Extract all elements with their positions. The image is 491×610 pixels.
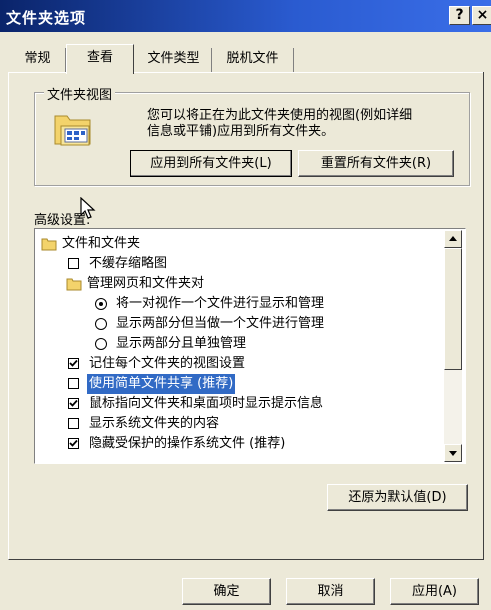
checkbox-checked[interactable] [68, 358, 79, 369]
tree-label: 管理网页和文件夹对 [87, 276, 205, 291]
vertical-scrollbar[interactable] [444, 230, 462, 462]
tree-label: 鼠标指向文件夹和桌面项时显示提示信息 [89, 396, 324, 411]
scroll-down-button[interactable] [444, 444, 462, 462]
restore-defaults-button[interactable]: 还原为默认值(D) [327, 484, 468, 511]
tree-label: 将一对视作一个文件进行显示和管理 [116, 296, 325, 311]
tab-strip: 常规 查看 文件类型 脱机文件 [0, 44, 491, 74]
title-bar[interactable]: 文件夹选项 ? × [0, 0, 491, 32]
help-button[interactable]: ? [449, 6, 470, 25]
window-title: 文件夹选项 [6, 9, 87, 27]
tree-label: 不缓存缩略图 [89, 256, 168, 271]
reset-all-folders-button[interactable]: 重置所有文件夹(R) [298, 150, 454, 177]
tree-label: 隐藏受保护的操作系统文件 (推荐) [89, 436, 286, 451]
tab-offline-files[interactable]: 脱机文件 [212, 48, 294, 72]
tab-view[interactable]: 查看 [66, 44, 134, 74]
folder-icon [66, 278, 82, 291]
arrow-up-icon [449, 236, 457, 241]
folder-views-legend: 文件夹视图 [44, 84, 116, 103]
close-button[interactable]: × [472, 6, 491, 25]
folder-view-icon [54, 115, 91, 146]
checkbox-checked[interactable] [68, 398, 79, 409]
tree-label: 显示两部分且单独管理 [116, 336, 247, 351]
radio-selected[interactable] [95, 298, 107, 310]
tree-label: 显示系统文件夹的内容 [89, 416, 220, 431]
apply-to-all-folders-button[interactable]: 应用到所有文件夹(L) [130, 150, 292, 177]
apply-button[interactable]: 应用(A) [390, 578, 479, 605]
folder-views-description: 您可以将正在为此文件夹使用的视图(例如详细 信息或平铺)应用到所有文件夹。 [147, 108, 467, 140]
description-line-1: 您可以将正在为此文件夹使用的视图(例如详细 [147, 108, 413, 123]
description-line-2: 信息或平铺)应用到所有文件夹。 [147, 124, 335, 139]
arrow-down-icon [449, 451, 457, 456]
mouse-cursor-icon [80, 197, 96, 219]
checkbox-unchecked[interactable] [68, 418, 79, 429]
ok-button[interactable]: 确定 [182, 578, 271, 605]
radio-unselected[interactable] [95, 318, 107, 330]
tree-label: 显示两部分但当做一个文件进行管理 [116, 316, 325, 331]
folder-icon [41, 238, 57, 251]
tree-label-selected: 使用简单文件共享 (推荐) [87, 374, 236, 394]
scroll-up-button[interactable] [444, 230, 462, 248]
checkbox-unchecked[interactable] [68, 258, 79, 269]
tree-label: 记住每个文件夹的视图设置 [89, 356, 246, 371]
checkbox-unchecked[interactable] [68, 378, 79, 389]
tab-file-types[interactable]: 文件类型 [136, 48, 212, 72]
radio-unselected[interactable] [95, 338, 107, 350]
advanced-settings-tree[interactable]: 文件和文件夹 不缓存缩略图 管理网页和文件夹对 将一对视作一个文件进行显示和管理… [34, 228, 466, 464]
tree-content: 文件和文件夹 不缓存缩略图 管理网页和文件夹对 将一对视作一个文件进行显示和管理… [37, 231, 447, 461]
tree-label: 文件和文件夹 [62, 236, 141, 251]
cancel-button[interactable]: 取消 [286, 578, 375, 605]
checkbox-checked[interactable] [68, 438, 79, 449]
tab-general[interactable]: 常规 [10, 48, 66, 72]
scroll-thumb[interactable] [444, 248, 462, 370]
